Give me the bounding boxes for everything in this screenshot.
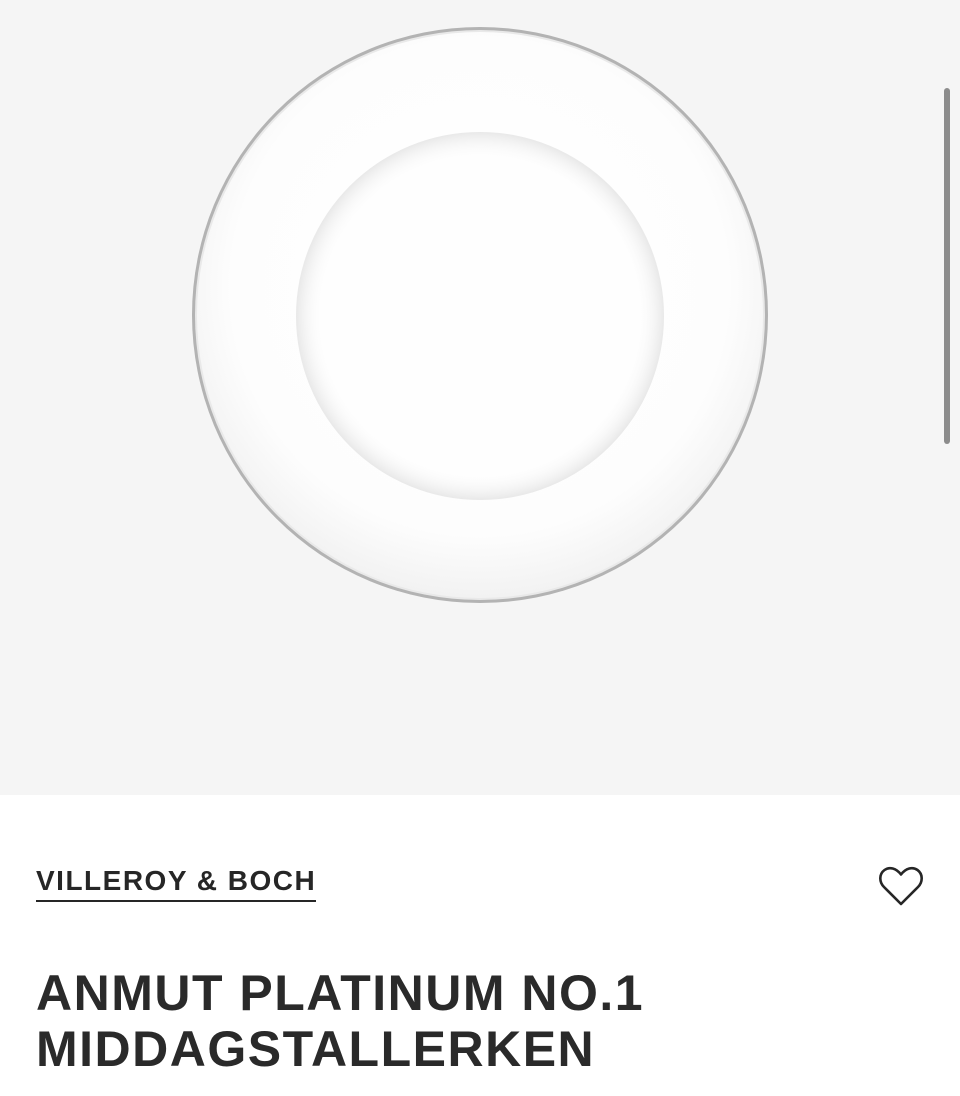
product-title-line-1: ANMUT PLATINUM NO.1	[36, 965, 645, 1021]
heart-outline-icon	[879, 866, 923, 906]
product-title: ANMUT PLATINUM NO.1 MIDDAGSTALLERKEN	[36, 965, 916, 1077]
product-info: VILLEROY & BOCH ANMUT PLATINUM NO.1 MIDD…	[0, 795, 960, 1096]
brand-link[interactable]: VILLEROY & BOCH	[36, 865, 317, 902]
image-scrollbar[interactable]	[944, 88, 950, 444]
product-page: VILLEROY & BOCH ANMUT PLATINUM NO.1 MIDD…	[0, 0, 960, 1096]
product-image-gallery[interactable]	[0, 0, 960, 795]
product-image	[192, 27, 768, 603]
favorite-button[interactable]	[874, 859, 928, 913]
product-title-line-2: MIDDAGSTALLERKEN	[36, 1021, 596, 1077]
